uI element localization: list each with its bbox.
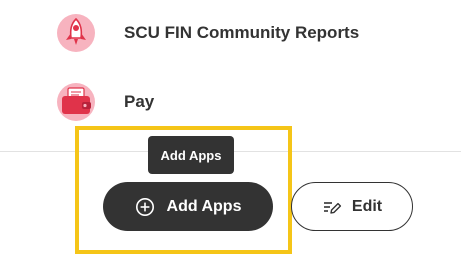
add-apps-tooltip: Add Apps (148, 136, 234, 174)
add-apps-button-label: Add Apps (166, 197, 242, 215)
app-item-scu-fin-community-reports[interactable]: SCU FIN Community Reports (56, 13, 359, 53)
edit-button-label: Edit (351, 197, 383, 215)
plus-circle-icon (135, 197, 154, 216)
edit-icon (323, 201, 341, 214)
rocket-icon (57, 14, 95, 52)
app-item-label: Pay (124, 92, 155, 111)
edit-button[interactable]: Edit (291, 182, 413, 231)
app-item-label: SCU FIN Community Reports (124, 23, 360, 42)
app-item-pay[interactable]: Pay (56, 82, 154, 122)
add-apps-button[interactable]: Add Apps (103, 182, 273, 231)
wallet-icon (57, 83, 95, 121)
